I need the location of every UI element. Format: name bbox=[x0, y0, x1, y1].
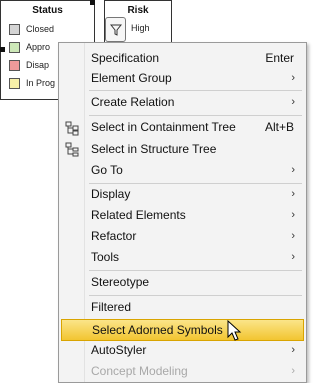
menu-item-label: Create Relation bbox=[91, 95, 175, 109]
selection-handle[interactable] bbox=[90, 0, 95, 5]
chevron-right-icon: › bbox=[291, 164, 295, 176]
filter-button[interactable] bbox=[105, 17, 126, 42]
chevron-right-icon: › bbox=[291, 188, 295, 200]
containment-tree-icon bbox=[65, 121, 79, 136]
chevron-right-icon: › bbox=[291, 96, 295, 108]
structure-tree-icon bbox=[65, 142, 79, 157]
menu-item-label: Refactor bbox=[91, 229, 137, 243]
menu-item-label: Stereotype bbox=[91, 275, 150, 289]
color-swatch bbox=[9, 23, 20, 35]
menu-item-label: Filtered bbox=[91, 300, 132, 314]
menu-item-label: Element Group bbox=[91, 71, 172, 85]
menu-item-select-in-structure-tree[interactable]: Select in Structure Tree bbox=[86, 139, 304, 159]
menu-item-label: Tools bbox=[91, 250, 120, 264]
menu-item-specification[interactable]: Specification Enter bbox=[86, 48, 304, 68]
menu-item-filtered[interactable]: Filtered bbox=[86, 297, 304, 317]
menu-separator bbox=[89, 295, 302, 296]
menu-item-shortcut: Enter bbox=[265, 51, 294, 65]
color-swatch bbox=[9, 77, 20, 89]
menu-item-display[interactable]: Display › bbox=[86, 184, 304, 204]
menu-item-label: Select in Structure Tree bbox=[91, 142, 217, 156]
menu-item-label: Specification bbox=[91, 51, 160, 65]
menu-item-shortcut: Alt+B bbox=[264, 120, 294, 134]
menu-item-label: Display bbox=[91, 187, 131, 201]
legend-label: Closed bbox=[26, 24, 55, 34]
legend-row-disapproved: Disap bbox=[9, 58, 49, 72]
chevron-right-icon: › bbox=[291, 209, 295, 221]
risk-legend-item: High bbox=[131, 23, 150, 33]
menu-item-label: Go To bbox=[91, 163, 123, 177]
risk-legend-title: Risk bbox=[127, 5, 149, 16]
menu-item-autostyler[interactable]: AutoStyler › bbox=[86, 340, 304, 360]
menu-item-select-in-containment-tree[interactable]: Select in Containment Tree Alt+B bbox=[86, 117, 304, 137]
menu-item-go-to[interactable]: Go To › bbox=[86, 160, 304, 180]
menu-item-refactor[interactable]: Refactor › bbox=[86, 226, 304, 246]
menu-item-label: Related Elements bbox=[91, 208, 186, 222]
menu-item-label: AutoStyler bbox=[91, 343, 147, 357]
funnel-icon bbox=[109, 24, 122, 36]
status-legend-title: Status bbox=[32, 5, 63, 16]
menu-item-select-adorned-symbols[interactable]: Select Adorned Symbols bbox=[61, 319, 304, 341]
menu-item-element-group[interactable]: Element Group › bbox=[86, 68, 304, 88]
menu-separator bbox=[89, 90, 302, 91]
legend-row-in-progress: In Prog bbox=[9, 76, 55, 90]
menu-item-label: Select Adorned Symbols bbox=[92, 323, 223, 337]
chevron-right-icon: › bbox=[291, 72, 295, 84]
chevron-right-icon: › bbox=[291, 230, 295, 242]
legend-row-closed: Closed bbox=[9, 22, 54, 36]
legend-label: Appro bbox=[26, 42, 51, 52]
color-swatch bbox=[9, 59, 20, 71]
color-swatch bbox=[9, 41, 20, 53]
menu-item-label: Select in Containment Tree bbox=[91, 120, 236, 134]
mouse-pointer-icon bbox=[227, 320, 242, 341]
chevron-right-icon: › bbox=[291, 344, 295, 356]
menu-separator bbox=[89, 270, 302, 271]
selection-handle[interactable] bbox=[0, 47, 5, 52]
menu-item-related-elements[interactable]: Related Elements › bbox=[86, 205, 304, 225]
menu-separator bbox=[89, 115, 302, 116]
legend-row-approved: Appro bbox=[9, 40, 50, 54]
menu-item-label: Concept Modeling bbox=[91, 364, 188, 378]
menu-item-stereotype[interactable]: Stereotype bbox=[86, 272, 304, 292]
chevron-right-icon: › bbox=[291, 365, 295, 377]
chevron-right-icon: › bbox=[291, 251, 295, 263]
menu-item-tools[interactable]: Tools › bbox=[86, 247, 304, 267]
menu-item-create-relation[interactable]: Create Relation › bbox=[86, 92, 304, 112]
legend-label: In Prog bbox=[26, 78, 56, 88]
context-menu: Specification Enter Element Group › Crea… bbox=[58, 42, 307, 383]
legend-label: Disap bbox=[26, 60, 50, 70]
menu-item-concept-modeling: Concept Modeling › bbox=[86, 361, 304, 381]
